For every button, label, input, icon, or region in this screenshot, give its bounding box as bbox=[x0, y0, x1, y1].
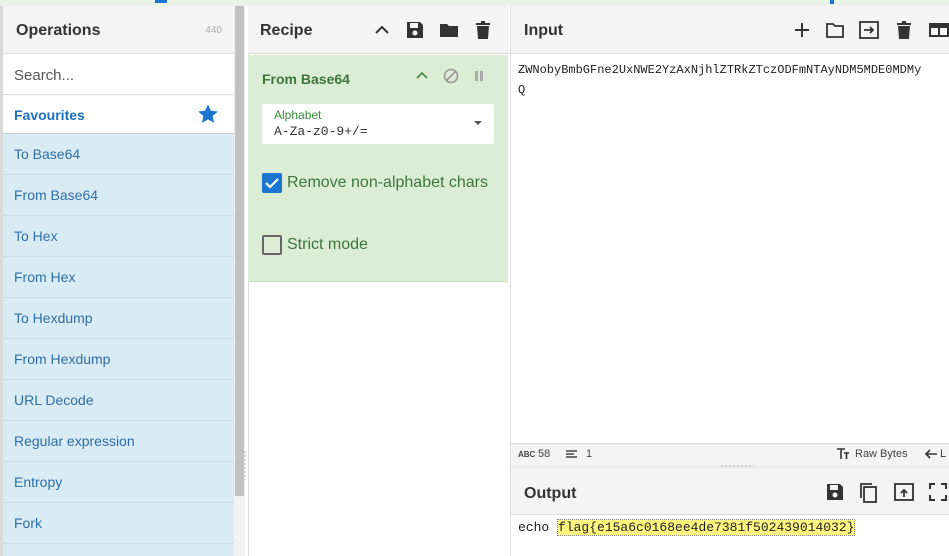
operations-scrollbar-thumb[interactable] bbox=[235, 6, 244, 496]
chevron-down-icon bbox=[474, 121, 482, 125]
recipe-header: Recipe bbox=[248, 6, 509, 54]
length-icon: ABC bbox=[518, 450, 536, 459]
open-folder-icon[interactable] bbox=[825, 20, 845, 40]
input-length: 58 bbox=[538, 448, 551, 460]
input-textarea[interactable]: ZWNobyBmbGFne2UxNWE2YzAxNjhlZTRkZTczODFm… bbox=[518, 60, 949, 100]
chevron-up-icon[interactable] bbox=[372, 20, 392, 40]
recipe-title: Recipe bbox=[260, 22, 313, 39]
remove-nonalpha-checkbox[interactable] bbox=[262, 173, 282, 193]
output-textarea[interactable]: echo flag{e15a6c0168ee4de7381f5024390140… bbox=[518, 519, 856, 536]
save-icon[interactable] bbox=[405, 20, 425, 40]
copy-icon[interactable] bbox=[858, 482, 878, 503]
alphabet-label: Alphabet bbox=[274, 108, 322, 122]
remove-nonalpha-label: Remove non-alphabet chars bbox=[287, 174, 489, 191]
output-text-prefix: echo bbox=[518, 520, 558, 535]
star-icon[interactable] bbox=[196, 102, 220, 126]
add-tab-icon[interactable] bbox=[792, 20, 812, 40]
alphabet-select[interactable]: Alphabet A-Za-z0-9+/= bbox=[262, 104, 494, 144]
disable-icon[interactable] bbox=[442, 67, 460, 85]
strict-mode-label: Strict mode bbox=[287, 236, 368, 253]
operation-item[interactable]: To Hex bbox=[3, 216, 234, 257]
column-resize-handle[interactable] bbox=[244, 450, 246, 480]
lines-icon bbox=[565, 448, 578, 460]
operation-item[interactable]: To Hexdump bbox=[3, 298, 234, 339]
operations-count: 440 bbox=[205, 25, 222, 36]
top-accent-mark bbox=[830, 0, 834, 4]
top-accent-mark bbox=[155, 0, 167, 3]
input-lines: 1 bbox=[586, 448, 593, 460]
chevron-up-icon[interactable] bbox=[414, 68, 430, 84]
trash-icon[interactable] bbox=[894, 20, 914, 40]
operations-header: Operations 440 bbox=[3, 6, 234, 54]
folder-icon[interactable] bbox=[439, 20, 459, 40]
operation-item[interactable]: From Hex bbox=[3, 257, 234, 298]
eol-arrow-icon[interactable] bbox=[924, 447, 938, 461]
operations-search[interactable] bbox=[3, 55, 234, 95]
operation-item[interactable]: URL Decode bbox=[3, 380, 234, 421]
operation-item[interactable]: Regular expression bbox=[3, 421, 234, 462]
recipe-operation-from-base64[interactable]: From Base64 Alphabet A-Za-z0-9+/= Remove… bbox=[248, 55, 508, 282]
io-resize-handle[interactable] bbox=[720, 465, 754, 467]
favourites-label: Favourites bbox=[14, 107, 85, 123]
alphabet-value: A-Za-z0-9+/= bbox=[274, 124, 368, 139]
encoding-label[interactable]: Raw Bytes bbox=[855, 448, 908, 460]
operation-item[interactable]: Entropy bbox=[3, 462, 234, 503]
output-highlighted-flag: flag{e15a6c0168ee4de7381f502439014032} bbox=[557, 519, 856, 536]
pause-icon[interactable] bbox=[472, 68, 486, 84]
strict-mode-checkbox[interactable] bbox=[262, 235, 282, 255]
search-input[interactable] bbox=[14, 64, 224, 86]
maximize-icon[interactable] bbox=[928, 482, 948, 502]
operation-item[interactable]: To Base64 bbox=[3, 134, 234, 175]
output-title: Output bbox=[524, 485, 577, 502]
text-format-icon[interactable] bbox=[836, 447, 850, 461]
replace-input-icon[interactable] bbox=[893, 482, 914, 502]
favourites-category[interactable]: Favourites bbox=[3, 96, 234, 134]
operation-item[interactable]: From Hexdump bbox=[3, 339, 234, 380]
operation-item[interactable]: From Base64 bbox=[3, 175, 234, 216]
output-header: Output bbox=[511, 469, 949, 515]
operation-item[interactable]: Fork bbox=[3, 503, 234, 544]
input-title: Input bbox=[524, 22, 564, 39]
recipe-operation-name: From Base64 bbox=[262, 71, 350, 87]
layout-icon[interactable] bbox=[928, 20, 949, 40]
input-header: Input bbox=[511, 6, 949, 54]
operations-title: Operations bbox=[16, 22, 101, 39]
open-file-icon[interactable] bbox=[858, 20, 879, 40]
input-status-bar: ABC 58 1 Raw Bytes L bbox=[511, 443, 949, 465]
save-icon[interactable] bbox=[825, 482, 845, 502]
operations-list: To Base64 From Base64 To Hex From Hex To Hex… bbox=[3, 134, 234, 556]
eol-label[interactable]: L bbox=[940, 448, 946, 460]
trash-icon[interactable] bbox=[473, 20, 493, 40]
